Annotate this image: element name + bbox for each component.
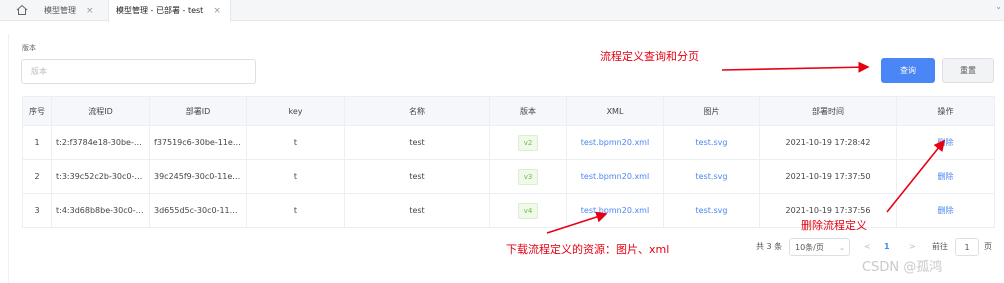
- image-download-link[interactable]: test.svg: [663, 159, 760, 194]
- page-size-value: 10条/页: [795, 243, 824, 252]
- table-row: 1 t:2:f3784e18-30be-11... f37519c6-30be-…: [22, 125, 995, 160]
- version-tag: v3: [517, 168, 539, 185]
- cell-index: 1: [22, 125, 52, 160]
- col-header-index: 序号: [22, 96, 52, 126]
- cell-process-id: t:4:3d68b8be-30c0-1...: [51, 193, 150, 228]
- app-root: 模型管理 × 模型管理 - 已部署 - test × ⌄ 版本 版本 查询 重置 序…: [0, 0, 1004, 283]
- cell-key: t: [246, 159, 345, 194]
- image-download-link[interactable]: test.svg: [663, 125, 760, 160]
- col-header-name: 名称: [344, 96, 490, 126]
- col-header-process-id: 流程ID: [51, 96, 150, 126]
- tab-deployed-test[interactable]: 模型管理 - 已部署 - test ×: [108, 0, 231, 22]
- cell-key: t: [246, 193, 345, 228]
- cell-version: v4: [489, 193, 567, 228]
- version-search-input[interactable]: 版本: [21, 59, 256, 84]
- cell-deploy-time: 2021-10-19 17:28:42: [759, 125, 897, 160]
- cell-deploy-time: 2021-10-19 17:37:50: [759, 159, 897, 194]
- xml-download-link[interactable]: test.bpmn20.xml: [566, 159, 664, 194]
- watermark: CSDN @孤鸿: [862, 260, 943, 275]
- query-button[interactable]: 查询: [881, 58, 935, 83]
- goto-unit-label: 页: [984, 242, 992, 251]
- image-download-link[interactable]: test.svg: [663, 193, 760, 228]
- annotation-query-paging: 流程定义查询和分页: [600, 50, 699, 63]
- xml-download-link[interactable]: test.bpmn20.xml: [566, 125, 664, 160]
- table-header-row: 序号 流程ID 部署ID key 名称 版本 XML 图片 部署时间 操作: [22, 96, 995, 126]
- table-row: 2 t:3:39c52c2b-30c0-11... 39c245f9-30c0-…: [22, 159, 995, 194]
- version-field-label: 版本: [22, 44, 36, 52]
- version-tag: v2: [517, 134, 539, 151]
- goto-label: 前往: [932, 242, 948, 251]
- cell-deploy-id: 39c245f9-30c0-11ec...: [149, 159, 247, 194]
- tab-label: 模型管理: [44, 6, 76, 15]
- cell-version: v2: [489, 125, 567, 160]
- tab-bar: 模型管理 × 模型管理 - 已部署 - test × ⌄: [0, 0, 1004, 22]
- cell-index: 2: [22, 159, 52, 194]
- tab-model-management[interactable]: 模型管理 ×: [44, 0, 94, 21]
- close-icon[interactable]: ×: [86, 6, 94, 16]
- annotation-download: 下载流程定义的资源：图片、xml: [506, 243, 670, 256]
- annotation-delete: 删除流程定义: [801, 219, 867, 232]
- cell-version: v3: [489, 159, 567, 194]
- reset-button[interactable]: 重置: [942, 58, 994, 83]
- cell-process-id: t:2:f3784e18-30be-11...: [51, 125, 150, 160]
- chevron-down-icon: ⌄: [839, 244, 845, 252]
- tab-label: 模型管理 - 已部署 - test: [116, 6, 204, 15]
- cell-name: test: [344, 125, 490, 160]
- cell-deploy-id: 3d655d5c-30c0-11e...: [149, 193, 247, 228]
- col-header-version: 版本: [489, 96, 567, 126]
- cell-deploy-id: f37519c6-30be-11ec...: [149, 125, 247, 160]
- cell-process-id: t:3:39c52c2b-30c0-11...: [51, 159, 150, 194]
- col-header-deploy-id: 部署ID: [149, 96, 247, 126]
- cell-key: t: [246, 125, 345, 160]
- col-header-deploy-time: 部署时间: [759, 96, 897, 126]
- version-tag: v4: [517, 202, 539, 219]
- col-header-key: key: [246, 96, 345, 126]
- chevron-down-icon[interactable]: ⌄: [995, 2, 1002, 11]
- col-header-xml: XML: [566, 96, 664, 126]
- page-size-select[interactable]: 10条/页 ⌄: [789, 238, 850, 256]
- cell-index: 3: [22, 193, 52, 228]
- delete-link[interactable]: 删除: [896, 159, 995, 194]
- goto-page-input[interactable]: 1: [955, 238, 979, 256]
- home-icon[interactable]: [15, 3, 29, 17]
- close-icon[interactable]: ×: [213, 6, 221, 16]
- delete-link[interactable]: 删除: [896, 125, 995, 160]
- page-number-current[interactable]: 1: [884, 238, 890, 256]
- cell-name: test: [344, 193, 490, 228]
- cell-name: test: [344, 159, 490, 194]
- delete-link[interactable]: 删除: [896, 193, 995, 228]
- col-header-image: 图片: [663, 96, 760, 126]
- deployment-table: 序号 流程ID 部署ID key 名称 版本 XML 图片 部署时间 操作 1 …: [22, 96, 995, 228]
- next-page-button[interactable]: >: [909, 238, 916, 256]
- pagination-total: 共 3 条: [756, 242, 783, 251]
- col-header-action: 操作: [896, 96, 995, 126]
- prev-page-button[interactable]: <: [864, 238, 871, 256]
- xml-download-link[interactable]: test.bpmn20.xml: [566, 193, 664, 228]
